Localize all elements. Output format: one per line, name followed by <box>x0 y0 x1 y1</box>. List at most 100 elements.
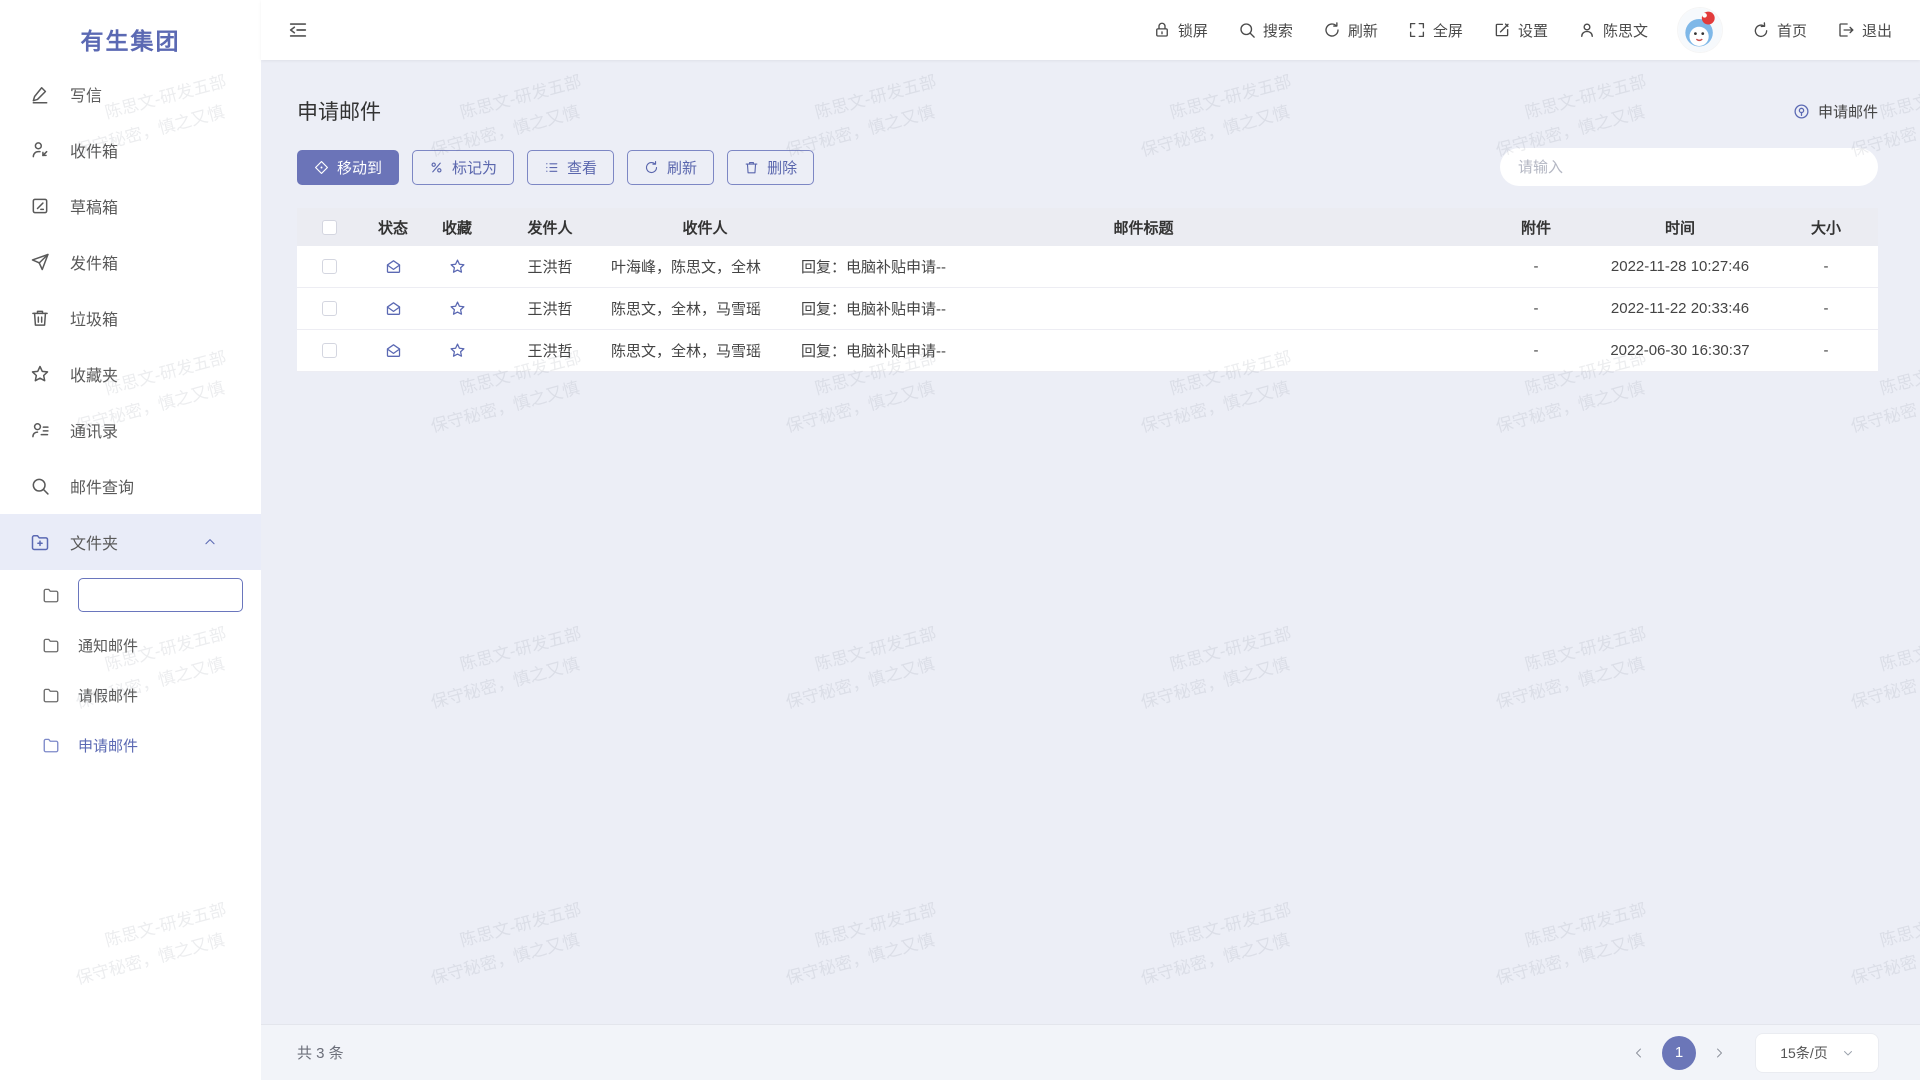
mail-open-icon <box>385 342 402 359</box>
sidebar-item-contacts[interactable]: 通讯录 <box>0 402 261 458</box>
mail-open-icon <box>385 300 402 317</box>
topbar-action-label: 退出 <box>1862 20 1892 41</box>
row-attachment-value: - <box>1534 300 1539 317</box>
next-page-button[interactable] <box>1706 1040 1732 1066</box>
header-subject: 邮件标题 <box>799 217 1486 238</box>
mark-icon <box>429 160 444 175</box>
header-time-label: 时间 <box>1665 217 1695 238</box>
folder-item-label: 请假邮件 <box>78 685 138 706</box>
drafts-icon <box>30 196 50 216</box>
page-title: 申请邮件 <box>297 96 381 126</box>
mark-button[interactable]: 标记为 <box>412 150 514 185</box>
sidebar-item-compose[interactable]: 写信 <box>0 66 261 122</box>
fullscreen-icon <box>1408 21 1426 39</box>
toolbar-button-label: 移动到 <box>337 157 382 178</box>
refresh-button[interactable]: 刷新 <box>627 150 714 185</box>
refresh-icon <box>1323 21 1341 39</box>
mail-row[interactable]: 王洪哲陈思文，全林，马雪瑶回复：电脑补贴申请---2022-11-22 20:3… <box>297 288 1878 330</box>
row-size-value: - <box>1824 342 1829 359</box>
search-input[interactable] <box>1500 148 1878 186</box>
row-favorite-cell <box>425 342 489 359</box>
topbar-action-lock[interactable]: 锁屏 <box>1153 20 1208 41</box>
new-folder-input[interactable] <box>78 578 243 612</box>
row-checkbox[interactable] <box>322 259 337 274</box>
row-sender-cell: 王洪哲 <box>489 340 611 361</box>
row-subject-value: 回复：电脑补贴申请-- <box>801 256 946 277</box>
sidebar-item-inbox[interactable]: 收件箱 <box>0 122 261 178</box>
sidebar-item-trash[interactable]: 垃圾箱 <box>0 290 261 346</box>
sidebar-item-mail-search[interactable]: 邮件查询 <box>0 458 261 514</box>
header-favorite-label: 收藏 <box>442 217 472 238</box>
favorites-icon <box>30 364 50 384</box>
row-time-value: 2022-06-30 16:30:37 <box>1610 342 1749 359</box>
mail-row[interactable]: 王洪哲叶海峰，陈思文，全林回复：电脑补贴申请---2022-11-28 10:2… <box>297 246 1878 288</box>
sidebar-section-folders[interactable]: 文件夹 <box>0 514 261 570</box>
user-avatar[interactable] <box>1678 8 1722 52</box>
lock-icon <box>1153 21 1171 39</box>
row-attachment-cell: - <box>1486 300 1586 317</box>
folder-item-new[interactable] <box>0 570 261 620</box>
folder-icon <box>42 686 60 704</box>
folder-item[interactable]: 请假邮件 <box>0 670 261 720</box>
topbar-action-user[interactable]: 陈思文 <box>1578 20 1648 41</box>
row-attachment-cell: - <box>1486 258 1586 275</box>
topbar-action-label: 搜索 <box>1263 20 1293 41</box>
star-icon[interactable] <box>449 300 466 317</box>
sidebar-item-label: 写信 <box>70 82 102 106</box>
breadcrumb-label: 申请邮件 <box>1818 101 1878 122</box>
contacts-icon <box>30 420 50 440</box>
logout-icon <box>1837 21 1855 39</box>
topbar-action-label: 刷新 <box>1348 20 1378 41</box>
page-number-button[interactable]: 1 <box>1662 1036 1696 1070</box>
refresh-icon <box>644 160 659 175</box>
sidebar-item-drafts[interactable]: 草稿箱 <box>0 178 261 234</box>
topbar-action-logout[interactable]: 退出 <box>1837 20 1892 41</box>
folder-item[interactable]: 申请邮件 <box>0 720 261 770</box>
mail-row[interactable]: 王洪哲陈思文，全林，马雪瑶回复：电脑补贴申请---2022-06-30 16:3… <box>297 330 1878 372</box>
star-icon[interactable] <box>449 342 466 359</box>
home-icon <box>1752 21 1770 39</box>
row-size-value: - <box>1824 258 1829 275</box>
topbar-action-search[interactable]: 搜索 <box>1238 20 1293 41</box>
row-sender-cell: 王洪哲 <box>489 298 611 319</box>
folder-icon <box>42 586 60 604</box>
sidebar-collapse-icon[interactable] <box>287 19 309 41</box>
table-header-row: 状态收藏发件人收件人邮件标题附件时间大小 <box>297 208 1878 246</box>
sidebar-item-favorites[interactable]: 收藏夹 <box>0 346 261 402</box>
delete-button[interactable]: 删除 <box>727 150 814 185</box>
topbar-action-refresh[interactable]: 刷新 <box>1323 20 1378 41</box>
row-status-cell <box>361 342 425 359</box>
topbar-action-fullscreen[interactable]: 全屏 <box>1408 20 1463 41</box>
row-checkbox[interactable] <box>322 343 337 358</box>
mail-search-icon <box>30 476 50 496</box>
topbar-action-label: 首页 <box>1777 20 1807 41</box>
page-size-select[interactable]: 15条/页 <box>1756 1034 1878 1072</box>
view-button[interactable]: 查看 <box>527 150 614 185</box>
breadcrumb: 申请邮件 <box>1793 101 1878 122</box>
mail-table: 状态收藏发件人收件人邮件标题附件时间大小王洪哲叶海峰，陈思文，全林回复：电脑补贴… <box>297 208 1878 372</box>
row-subject-cell: 回复：电脑补贴申请-- <box>799 340 1486 361</box>
row-favorite-cell <box>425 258 489 275</box>
topbar-action-label: 设置 <box>1518 20 1548 41</box>
row-checkbox[interactable] <box>322 301 337 316</box>
chevron-up-icon <box>203 535 217 549</box>
compose-icon <box>30 84 50 104</box>
row-recipients-cell: 陈思文，全林，马雪瑶 <box>611 298 799 319</box>
folder-icon <box>42 736 60 754</box>
header-status-label: 状态 <box>378 217 408 238</box>
star-icon[interactable] <box>449 258 466 275</box>
row-size-cell: - <box>1774 300 1878 317</box>
folder-plus-icon <box>30 532 50 552</box>
sidebar-item-sent[interactable]: 发件箱 <box>0 234 261 290</box>
row-subject-value: 回复：电脑补贴申请-- <box>801 298 946 319</box>
topbar-action-home[interactable]: 首页 <box>1752 20 1807 41</box>
select-all-checkbox[interactable] <box>322 220 337 235</box>
row-subject-cell: 回复：电脑补贴申请-- <box>799 256 1486 277</box>
toolbar-button-label: 删除 <box>767 157 797 178</box>
prev-page-button[interactable] <box>1626 1040 1652 1066</box>
topbar-action-settings[interactable]: 设置 <box>1493 20 1548 41</box>
move-button[interactable]: 移动到 <box>297 150 399 185</box>
table-footer: 共 3 条 1 15条/页 <box>261 1024 1920 1080</box>
sidebar-item-label: 收件箱 <box>70 138 118 162</box>
folder-item[interactable]: 通知邮件 <box>0 620 261 670</box>
